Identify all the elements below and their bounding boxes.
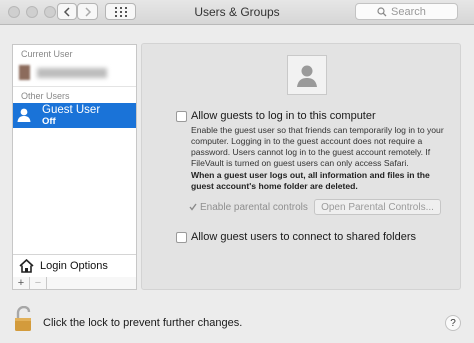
guest-user-status: Off (42, 116, 56, 127)
add-remove-bar: + − (12, 277, 137, 290)
avatar (19, 65, 30, 80)
allow-shared-folders-label: Allow guest users to connect to shared f… (191, 231, 417, 243)
user-icon (17, 108, 31, 122)
sidebar-item-guest-user[interactable]: Guest User Off (13, 103, 136, 128)
allow-shared-folders-checkbox[interactable] (176, 232, 187, 243)
lock-message: Click the lock to prevent further change… (43, 317, 243, 329)
current-user-label: Current User (21, 49, 73, 59)
lock-open-icon[interactable] (14, 306, 34, 332)
allow-guest-login-label: Allow guests to log in to this computer (191, 110, 376, 122)
add-user-button[interactable]: + (13, 277, 30, 289)
divider (13, 86, 136, 87)
enable-parental-controls-checkbox[interactable]: Enable parental controls (200, 202, 308, 213)
current-user-item[interactable] (19, 65, 111, 81)
login-options-label: Login Options (40, 260, 108, 272)
checkmark-icon (189, 203, 197, 211)
guest-avatar (287, 55, 327, 95)
allow-guest-login-checkbox[interactable] (176, 111, 187, 122)
house-icon (19, 259, 34, 273)
search-icon (377, 6, 387, 16)
search-field[interactable]: Search (355, 3, 458, 20)
user-silhouette-icon (297, 65, 317, 87)
search-placeholder: Search (391, 5, 426, 18)
open-parental-controls-button[interactable]: Open Parental Controls... (314, 199, 441, 215)
help-button[interactable]: ? (445, 315, 461, 331)
user-list-sidebar: Current User Other Users Guest User Off … (12, 44, 137, 290)
guest-user-name: Guest User (42, 104, 101, 116)
users-groups-window: Users & Groups Search Current User Other… (0, 0, 474, 343)
other-users-label: Other Users (21, 91, 70, 101)
guest-warning: When a guest user logs out, all informat… (191, 170, 430, 191)
guest-settings-panel: Allow guests to log in to this computer … (141, 43, 461, 290)
lock-bar: Click the lock to prevent further change… (0, 300, 474, 343)
login-options-item[interactable]: Login Options (13, 254, 136, 277)
guest-description: Enable the guest user so that friends ca… (191, 125, 444, 168)
current-user-name-redacted (37, 68, 107, 78)
remove-user-button[interactable]: − (30, 277, 47, 289)
title-bar: Users & Groups Search (0, 0, 474, 25)
